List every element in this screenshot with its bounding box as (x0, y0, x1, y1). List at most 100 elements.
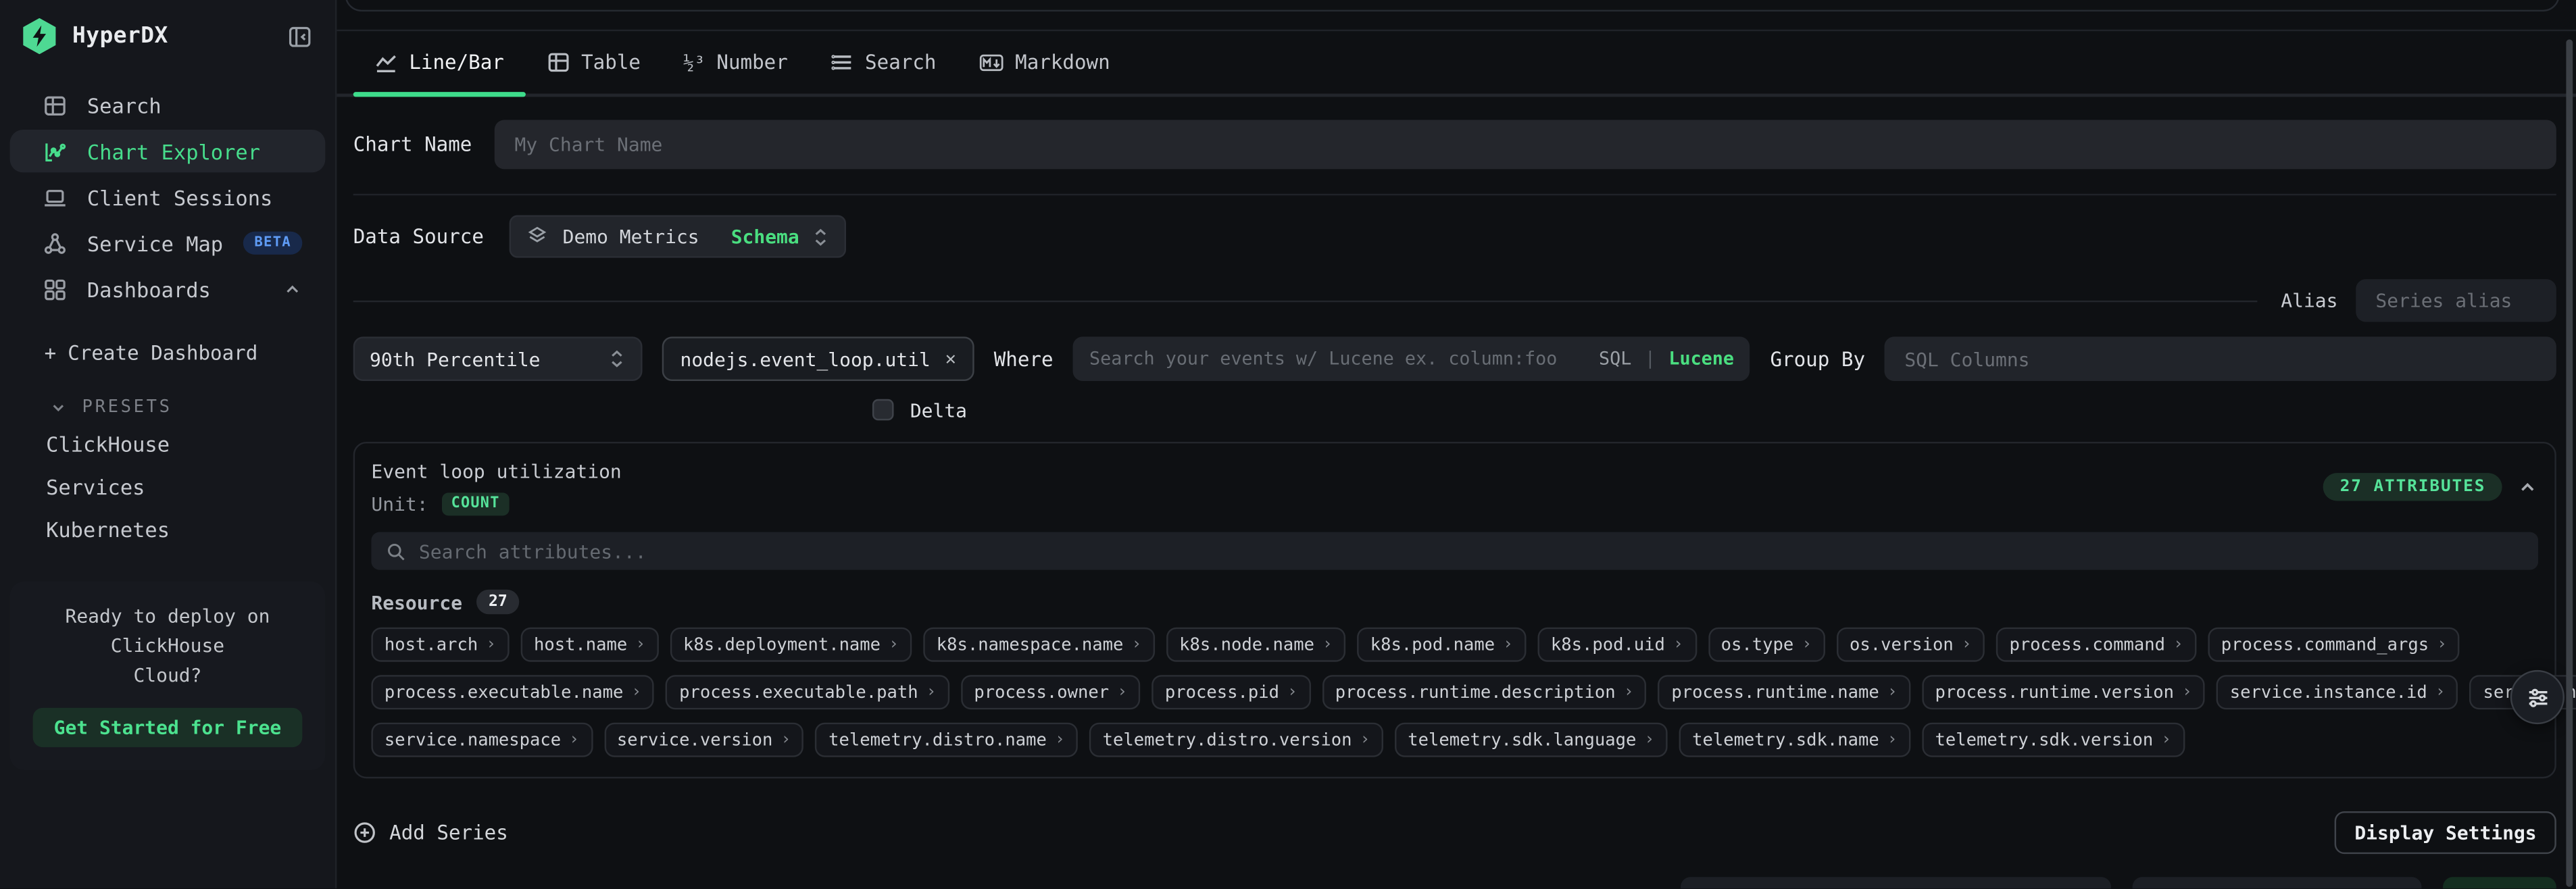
chart-options-floating-button[interactable] (2510, 670, 2565, 724)
alias-row: Alias (353, 279, 2556, 322)
tab-markdown[interactable]: Markdown (958, 31, 1131, 93)
attribute-chip[interactable]: os.version› (1837, 628, 1985, 662)
metric-description: Event loop utilization (371, 460, 621, 483)
service-map-icon (43, 231, 67, 255)
chevron-right-icon: › (889, 636, 899, 654)
attribute-chip[interactable]: telemetry.sdk.language› (1395, 723, 1668, 757)
attribute-chip[interactable]: service.instance.id› (2216, 675, 2458, 709)
where-search-box[interactable]: SQL | Lucene (1073, 336, 1751, 381)
logo-row: HyperDX (0, 0, 335, 69)
chart-name-input[interactable] (495, 120, 2556, 169)
attribute-chip-label: host.arch (385, 635, 478, 655)
attribute-chip-label: process.command (2009, 635, 2165, 655)
attribute-chip-label: k8s.node.name (1179, 635, 1314, 655)
presets-header[interactable]: PRESETS (0, 388, 335, 424)
add-series-button[interactable]: Add Series (353, 821, 508, 844)
where-input[interactable] (1089, 336, 1586, 381)
brand-title: HyperDX (72, 23, 273, 49)
group-by-input[interactable] (1885, 336, 2556, 381)
chevron-right-icon: › (2161, 731, 2171, 749)
select-updown-icon (812, 226, 831, 247)
delta-checkbox[interactable] (872, 399, 894, 421)
aggregation-select[interactable]: 90th Percentile (353, 336, 643, 381)
resource-count-badge: 27 (477, 590, 519, 614)
attribute-chip[interactable]: process.runtime.description› (1322, 675, 1647, 709)
attribute-chip[interactable]: telemetry.distro.name› (816, 723, 1078, 757)
attribute-chip-row: service.namespace›service.version›teleme… (371, 723, 2538, 757)
tab-line-bar[interactable]: Line/Bar (353, 31, 526, 93)
sidebar-collapse-icon[interactable] (287, 24, 312, 48)
schema-toggle[interactable]: Schema (731, 225, 799, 248)
display-settings-button[interactable]: Display Settings (2335, 811, 2556, 854)
attribute-chip[interactable]: k8s.deployment.name› (670, 628, 912, 662)
run-button[interactable]: Run (2444, 877, 2556, 889)
attribute-chip[interactable]: telemetry.sdk.name› (1679, 723, 1910, 757)
attribute-chip[interactable]: k8s.pod.name› (1357, 628, 1526, 662)
vertical-scrollbar[interactable] (2566, 39, 2573, 887)
attribute-chip[interactable]: process.pid› (1151, 675, 1310, 709)
data-source-value: Demo Metrics (563, 225, 718, 248)
attribute-chip[interactable]: host.name› (521, 628, 659, 662)
metric-field-chip[interactable]: nodejs.event_loop.util ✕ (662, 336, 974, 381)
chevron-right-icon: › (635, 636, 645, 654)
attribute-chip[interactable]: process.owner› (961, 675, 1141, 709)
attribute-chip[interactable]: process.command› (1996, 628, 2196, 662)
close-icon[interactable]: ✕ (945, 348, 956, 370)
preset-clickhouse[interactable]: ClickHouse (0, 424, 335, 466)
sidebar-item-client-sessions[interactable]: Client Sessions (10, 176, 326, 218)
chevron-right-icon: › (2182, 683, 2192, 701)
sidebar-item-dashboards[interactable]: Dashboards (10, 268, 326, 310)
chevron-right-icon: › (1132, 636, 1142, 654)
attribute-chip-label: process.pid (1165, 682, 1279, 702)
attribute-chip[interactable]: k8s.pod.uid› (1537, 628, 1696, 662)
metric-name: nodejs.event_loop.util (680, 347, 930, 370)
attribute-chip[interactable]: os.type› (1708, 628, 1825, 662)
lucene-toggle[interactable]: Lucene (1668, 348, 1734, 370)
attribute-search-input[interactable] (419, 540, 2523, 563)
chevron-up-icon[interactable] (282, 279, 302, 299)
attribute-chip[interactable]: process.executable.name› (371, 675, 654, 709)
attribute-chip[interactable]: service.namespace› (371, 723, 592, 757)
top-chart-edge-area (337, 0, 2576, 31)
attribute-chip[interactable]: telemetry.distro.version› (1089, 723, 1383, 757)
unit-row: Unit: COUNT (371, 492, 621, 515)
sidebar-item-search[interactable]: Search (10, 84, 326, 126)
hyperdx-logo-icon (22, 18, 57, 54)
attribute-chip[interactable]: k8s.namespace.name› (923, 628, 1154, 662)
attribute-chip[interactable]: service.version› (603, 723, 803, 757)
attribute-chip[interactable]: host.arch› (371, 628, 509, 662)
sidebar-item-chart-explorer[interactable]: Chart Explorer (10, 130, 326, 172)
data-source-select[interactable]: Demo Metrics Schema (510, 215, 847, 257)
attribute-chip[interactable]: process.runtime.version› (1922, 675, 2205, 709)
tab-search[interactable]: Search (809, 31, 958, 93)
line-chart-icon (374, 51, 397, 74)
sidebar-item-service-map[interactable]: Service Map BETA (10, 222, 326, 264)
tab-number[interactable]: ½³ Number (662, 31, 810, 93)
attribute-chip[interactable]: process.executable.path› (666, 675, 949, 709)
chevron-right-icon: › (632, 683, 642, 701)
series-alias-input[interactable] (2356, 279, 2556, 322)
time-range-picker[interactable]: Mar 2 12:47:01 - Mar 2 13:47:01 (1680, 877, 2112, 889)
attribute-chip-label: process.owner (974, 682, 1109, 702)
sql-toggle[interactable]: SQL (1599, 348, 1631, 370)
attribute-chip-label: service.version (617, 730, 773, 750)
preset-kubernetes[interactable]: Kubernetes (0, 509, 335, 552)
chevron-right-icon: › (1887, 683, 1898, 701)
granularity-select[interactable]: Auto Granularity (2133, 877, 2422, 889)
tab-table[interactable]: Table (525, 31, 662, 93)
attribute-chip-row: host.arch›host.name›k8s.deployment.name›… (371, 628, 2538, 662)
attribute-search-box[interactable] (371, 532, 2538, 570)
editor-content: Chart Name Data Source Demo Metrics Sche… (337, 120, 2576, 889)
get-started-button[interactable]: Get Started for Free (32, 709, 303, 748)
preset-services[interactable]: Services (0, 466, 335, 509)
tab-label: Markdown (1015, 51, 1110, 74)
attribute-chip[interactable]: telemetry.sdk.version› (1922, 723, 2184, 757)
chevron-up-icon[interactable] (2517, 476, 2538, 498)
attribute-chip[interactable]: process.runtime.name› (1658, 675, 1910, 709)
attribute-chip[interactable]: process.command_args› (2208, 628, 2460, 662)
attribute-chip[interactable]: k8s.node.name› (1166, 628, 1346, 662)
beta-badge: BETA (243, 232, 303, 255)
tab-label: Search (865, 51, 936, 74)
chevron-right-icon: › (569, 731, 579, 749)
create-dashboard-button[interactable]: + Create Dashboard (0, 332, 335, 374)
